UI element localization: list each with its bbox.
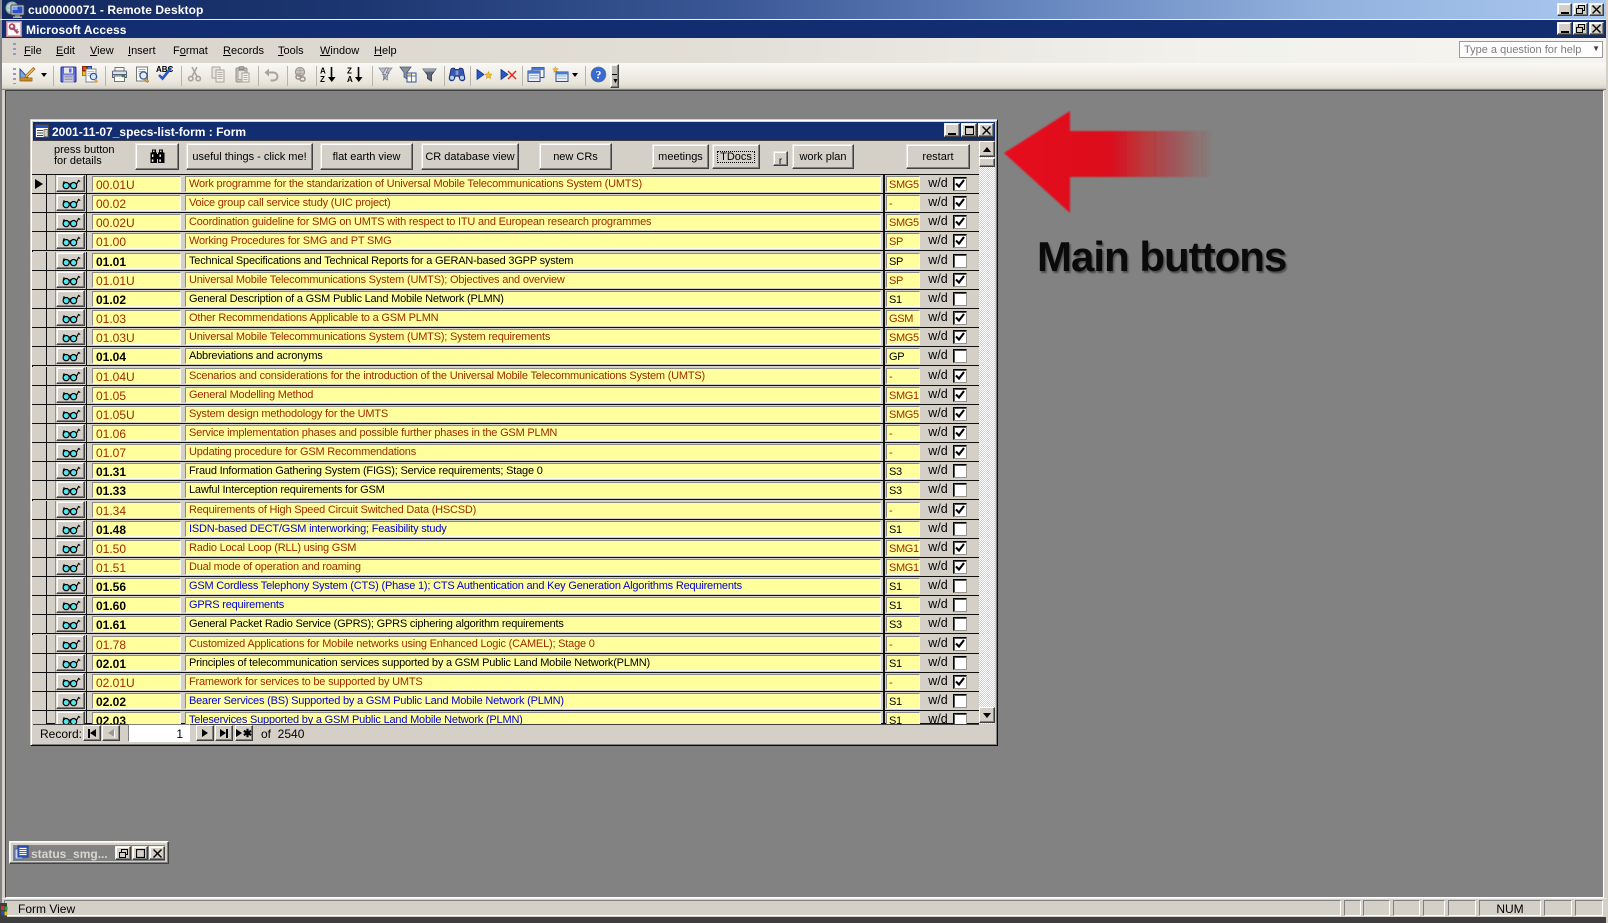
svg-text:?: ? (596, 70, 602, 82)
svg-text:Z: Z (320, 75, 325, 83)
svg-text:A: A (347, 75, 353, 83)
